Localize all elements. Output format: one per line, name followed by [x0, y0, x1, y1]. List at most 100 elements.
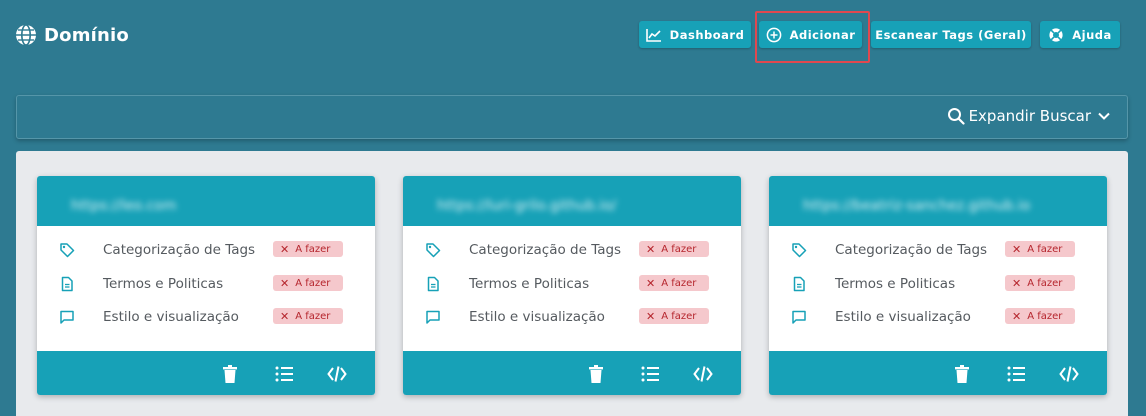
list-item[interactable]: Termos e Politicas ✕ A fazer — [403, 274, 741, 296]
item-label: Termos e Politicas — [103, 276, 224, 292]
status-text: A fazer — [1027, 310, 1063, 322]
close-icon: ✕ — [646, 309, 656, 323]
item-label: Categorização de Tags — [103, 242, 256, 258]
help-button[interactable]: Ajuda — [1040, 21, 1120, 48]
code-icon — [1059, 366, 1079, 382]
scan-tags-label: Escanear Tags (Geral) — [875, 27, 1027, 42]
status-text: A fazer — [295, 277, 331, 289]
status-text: A fazer — [295, 243, 331, 255]
list-item[interactable]: Estilo e visualização ✕ A fazer — [403, 307, 741, 329]
list-item[interactable]: Estilo e visualização ✕ A fazer — [769, 307, 1107, 329]
list-item[interactable]: Categorização de Tags ✕ A fazer — [769, 240, 1107, 262]
document-icon — [61, 276, 73, 292]
chevron-down-icon — [1098, 112, 1110, 120]
list-item[interactable]: Termos e Politicas ✕ A fazer — [769, 274, 1107, 296]
scan-tags-button[interactable]: Escanear Tags (Geral) — [871, 21, 1031, 48]
list-item[interactable]: Categorização de Tags ✕ A fazer — [403, 240, 741, 262]
trash-icon — [955, 365, 969, 383]
status-badge: ✕ A fazer — [639, 241, 709, 257]
list-icon — [275, 366, 293, 382]
code-icon — [693, 366, 713, 382]
item-label: Estilo e visualização — [469, 309, 605, 325]
status-badge: ✕ A fazer — [273, 275, 343, 291]
item-label: Categorização de Tags — [835, 242, 988, 258]
search-icon — [947, 108, 965, 125]
list-button[interactable] — [273, 363, 295, 385]
top-bar: Domínio Dashboard Adicionar Escanear Tag… — [0, 0, 1146, 70]
list-icon — [1007, 366, 1025, 382]
item-label: Estilo e visualização — [103, 309, 239, 325]
domain-card: https://luri-grilo.github.io/ Categoriza… — [403, 176, 741, 395]
list-item[interactable]: Categorização de Tags ✕ A fazer — [37, 240, 375, 262]
brand[interactable]: Domínio — [14, 23, 129, 47]
code-button[interactable] — [1058, 363, 1080, 385]
lifebuoy-icon — [1049, 27, 1063, 42]
status-text: A fazer — [661, 243, 697, 255]
card-header: https://leo.com — [37, 176, 375, 226]
close-icon: ✕ — [280, 309, 290, 323]
card-header: https://luri-grilo.github.io/ — [403, 176, 741, 226]
dashboard-button[interactable]: Dashboard — [639, 21, 751, 48]
comment-icon — [792, 310, 806, 324]
expand-search-toggle[interactable]: Expandir Buscar — [947, 107, 1111, 125]
list-button[interactable] — [1005, 363, 1027, 385]
status-badge: ✕ A fazer — [639, 275, 709, 291]
list-item[interactable]: Termos e Politicas ✕ A fazer — [37, 274, 375, 296]
card-url[interactable]: https://leo.com — [71, 198, 341, 214]
document-icon — [793, 276, 805, 292]
close-icon: ✕ — [280, 242, 290, 256]
status-badge: ✕ A fazer — [273, 308, 343, 324]
code-icon — [327, 366, 347, 382]
search-bar: Expandir Buscar — [16, 95, 1128, 139]
card-footer — [37, 351, 375, 395]
help-label: Ajuda — [1072, 27, 1112, 42]
status-badge: ✕ A fazer — [639, 308, 709, 324]
comment-icon — [426, 310, 440, 324]
status-text: A fazer — [1027, 243, 1063, 255]
document-icon — [427, 276, 439, 292]
expand-search-label: Expandir Buscar — [968, 107, 1091, 125]
card-footer — [769, 351, 1107, 395]
code-button[interactable] — [692, 363, 714, 385]
card-footer — [403, 351, 741, 395]
close-icon: ✕ — [646, 242, 656, 256]
status-text: A fazer — [661, 277, 697, 289]
code-button[interactable] — [326, 363, 348, 385]
highlight-box — [755, 11, 870, 63]
comment-icon — [60, 310, 74, 324]
delete-button[interactable] — [585, 363, 607, 385]
status-badge: ✕ A fazer — [273, 241, 343, 257]
trash-icon — [223, 365, 237, 383]
close-icon: ✕ — [280, 276, 290, 290]
status-badge: ✕ A fazer — [1005, 275, 1075, 291]
close-icon: ✕ — [1012, 309, 1022, 323]
card-url[interactable]: https://luri-grilo.github.io/ — [437, 198, 707, 214]
list-item[interactable]: Estilo e visualização ✕ A fazer — [37, 307, 375, 329]
card-header: https://beatriz-sanchez.github.io — [769, 176, 1107, 226]
delete-button[interactable] — [219, 363, 241, 385]
globe-icon — [16, 24, 36, 46]
status-badge: ✕ A fazer — [1005, 308, 1075, 324]
dashboard-label: Dashboard — [669, 27, 745, 42]
close-icon: ✕ — [1012, 276, 1022, 290]
card-url[interactable]: https://beatriz-sanchez.github.io — [803, 198, 1073, 214]
item-label: Termos e Politicas — [469, 276, 590, 292]
tag-icon — [792, 243, 807, 258]
chart-line-icon — [645, 28, 661, 42]
close-icon: ✕ — [1012, 242, 1022, 256]
close-icon: ✕ — [646, 276, 656, 290]
list-button[interactable] — [639, 363, 661, 385]
status-text: A fazer — [661, 310, 697, 322]
status-badge: ✕ A fazer — [1005, 241, 1075, 257]
status-text: A fazer — [1027, 277, 1063, 289]
item-label: Categorização de Tags — [469, 242, 622, 258]
trash-icon — [589, 365, 603, 383]
domain-card: https://beatriz-sanchez.github.io Catego… — [769, 176, 1107, 395]
item-label: Termos e Politicas — [835, 276, 956, 292]
tag-icon — [60, 243, 75, 258]
tag-icon — [426, 243, 441, 258]
item-label: Estilo e visualização — [835, 309, 971, 325]
delete-button[interactable] — [951, 363, 973, 385]
brand-title: Domínio — [44, 24, 129, 46]
list-icon — [641, 366, 659, 382]
